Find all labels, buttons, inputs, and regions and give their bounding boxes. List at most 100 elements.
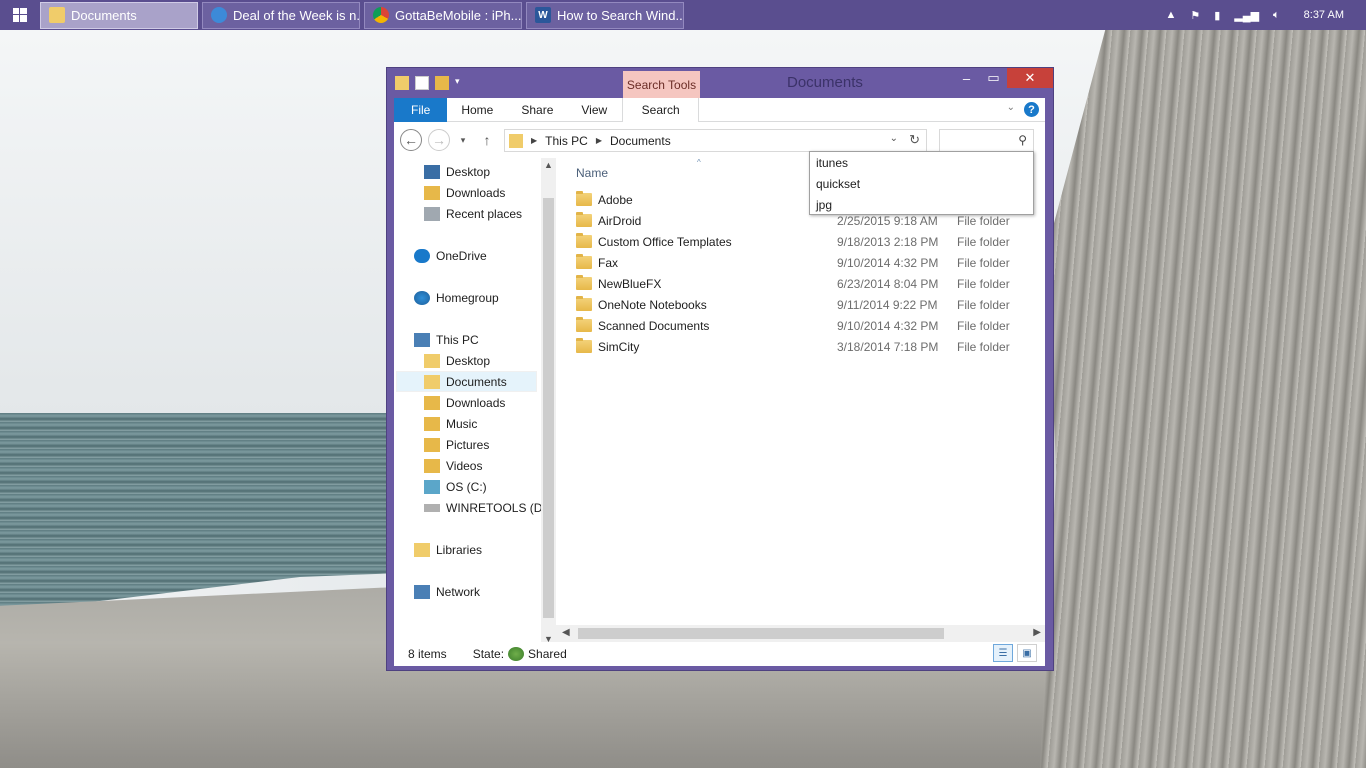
chevron-down-icon[interactable]: ⌄ — [890, 133, 898, 144]
list-item[interactable]: OneNote Notebooks 9/11/2014 9:22 PM File f… — [576, 294, 1036, 315]
search-box[interactable]: ⚲ — [939, 129, 1034, 152]
chevron-right-icon[interactable]: ▶ — [596, 136, 602, 145]
nav-item-label: OS (C:) — [446, 479, 487, 494]
file-name: Fax — [598, 255, 619, 270]
search-input[interactable] — [944, 130, 1016, 151]
nav-item-pc-desktop[interactable]: Desktop — [424, 350, 490, 371]
taskbar-button-word[interactable]: W How to Search Wind... — [526, 1, 684, 29]
nav-item-pictures[interactable]: Pictures — [424, 434, 489, 455]
file-list: Name ^ Adobe AirDroid 2/25/2015 9:18 AM Fi… — [556, 158, 1045, 666]
folder-icon — [576, 317, 592, 332]
folder-icon — [576, 275, 592, 290]
cloud-icon — [414, 248, 430, 263]
tab-share[interactable]: Share — [507, 98, 567, 122]
taskbar-button-label: Deal of the Week is n... — [233, 7, 360, 23]
customize-qat-icon[interactable]: ▾ — [455, 76, 465, 90]
nav-item-pc-downloads[interactable]: Downloads — [424, 392, 505, 413]
item-count: 8 items — [408, 647, 447, 661]
internet-explorer-icon — [211, 7, 227, 23]
search-icon[interactable]: ⚲ — [1018, 133, 1027, 147]
show-hidden-icon[interactable]: ▲ — [1165, 9, 1176, 21]
breadcrumb-documents[interactable]: Documents — [610, 134, 671, 148]
suggestion-item[interactable]: itunes — [810, 152, 1033, 173]
horizontal-scrollbar[interactable]: ◀ ▶ — [556, 625, 1045, 642]
tab-search[interactable]: Search — [622, 97, 700, 122]
search-suggestions: itunes quickset jpg — [809, 151, 1034, 215]
column-header-name[interactable]: Name — [576, 166, 608, 180]
recent-locations-icon[interactable]: ▾ — [456, 129, 470, 151]
nav-item-desktop[interactable]: Desktop — [424, 161, 490, 182]
new-folder-icon[interactable] — [435, 76, 449, 90]
help-icon[interactable]: ? — [1024, 102, 1039, 117]
computer-icon — [414, 332, 430, 347]
nav-item-documents[interactable]: Documents — [396, 371, 537, 392]
tab-file[interactable]: File — [394, 97, 448, 122]
tab-view[interactable]: View — [567, 98, 621, 122]
flag-icon[interactable]: ⚑ — [1190, 9, 1200, 22]
windows-logo-icon[interactable] — [0, 0, 40, 30]
scrollbar-thumb[interactable] — [543, 198, 554, 618]
close-button[interactable]: ✕ — [1007, 68, 1053, 88]
breadcrumb-this-pc[interactable]: This PC — [545, 134, 588, 148]
shared-icon — [508, 647, 525, 661]
scroll-left-icon[interactable]: ◀ — [562, 627, 570, 638]
up-button[interactable]: ↑ — [476, 129, 498, 151]
nav-item-music[interactable]: Music — [424, 413, 477, 434]
list-item[interactable]: Scanned Documents 9/10/2014 4:32 PM File f… — [576, 315, 1036, 336]
list-item[interactable]: SimCity 3/18/2014 7:18 PM File folder — [576, 336, 1036, 357]
volume-icon[interactable]: 🔈︎ — [1273, 9, 1280, 22]
taskbar-button-label: How to Search Wind... — [557, 7, 684, 23]
nav-item-this-pc[interactable]: This PC — [414, 329, 479, 350]
pictures-icon — [424, 437, 440, 452]
file-type: File folder — [957, 255, 1010, 270]
minimize-button[interactable]: – — [953, 68, 980, 88]
nav-item-winretools-d[interactable]: WINRETOOLS (D:) — [424, 497, 548, 518]
taskbar-button-ie[interactable]: Deal of the Week is n... — [202, 1, 360, 29]
network-icon — [414, 584, 430, 599]
nav-item-label: Downloads — [446, 185, 506, 200]
nav-item-onedrive[interactable]: OneDrive — [414, 245, 487, 266]
chevron-right-icon[interactable]: ▶ — [531, 136, 537, 145]
nav-item-label: Desktop — [446, 353, 491, 368]
taskbar-button-label: Documents — [71, 7, 137, 23]
tab-home[interactable]: Home — [447, 98, 507, 122]
back-button[interactable]: ← — [400, 129, 422, 151]
list-item[interactable]: NewBlueFX 6/23/2014 8:04 PM File folder — [576, 273, 1036, 294]
chrome-icon — [373, 7, 389, 23]
suggestion-item[interactable]: quickset — [810, 173, 1033, 194]
folder-icon[interactable] — [395, 76, 409, 90]
nav-item-label: Pictures — [446, 437, 490, 452]
scroll-right-icon[interactable]: ▶ — [1033, 627, 1041, 638]
nav-pane-scrollbar[interactable]: ▲ ▼ — [541, 158, 556, 646]
taskbar: Documents Deal of the Week is n... Gotta… — [0, 0, 1366, 30]
nav-item-os-c[interactable]: OS (C:) — [424, 476, 487, 497]
taskbar-button-documents[interactable]: Documents — [40, 1, 198, 29]
large-icons-view-icon[interactable]: ▣ — [1017, 644, 1037, 662]
taskbar-button-chrome[interactable]: GottaBeMobile : iPh... — [364, 1, 522, 29]
refresh-icon[interactable]: ↻ — [909, 132, 920, 148]
forward-button[interactable]: → — [428, 129, 450, 151]
address-bar[interactable]: ▶ This PC ▶ Documents ⌄ ↻ — [504, 129, 927, 152]
nav-item-label: OneDrive — [436, 248, 487, 263]
nav-item-network[interactable]: Network — [414, 581, 480, 602]
battery-icon[interactable]: ▮ — [1214, 9, 1220, 22]
folder-icon — [576, 254, 592, 269]
chevron-down-icon[interactable]: ⌄ — [1007, 102, 1015, 113]
list-item[interactable]: Fax 9/10/2014 4:32 PM File folder — [576, 252, 1036, 273]
maximize-button[interactable]: ▭ — [980, 68, 1007, 88]
scroll-up-icon[interactable]: ▲ — [543, 160, 554, 170]
details-view-icon[interactable]: ☰ — [993, 644, 1013, 662]
properties-icon[interactable] — [415, 76, 429, 90]
scrollbar-thumb[interactable] — [578, 628, 944, 639]
nav-item-downloads[interactable]: Downloads — [424, 182, 505, 203]
title-bar[interactable]: ▾ Search Tools Documents – ▭ ✕ — [387, 68, 1053, 98]
nav-item-libraries[interactable]: Libraries — [414, 539, 482, 560]
suggestion-item[interactable]: jpg — [810, 194, 1033, 215]
nav-item-videos[interactable]: Videos — [424, 455, 482, 476]
nav-item-recent-places[interactable]: Recent places — [424, 203, 522, 224]
signal-icon[interactable]: ▂▄▆ — [1234, 9, 1259, 22]
nav-item-homegroup[interactable]: Homegroup — [414, 287, 499, 308]
list-item[interactable]: Custom Office Templates 9/18/2013 2:18 PM… — [576, 231, 1036, 252]
nav-item-label: Documents — [446, 374, 507, 389]
clock[interactable]: 8:37 AM — [1304, 9, 1344, 21]
